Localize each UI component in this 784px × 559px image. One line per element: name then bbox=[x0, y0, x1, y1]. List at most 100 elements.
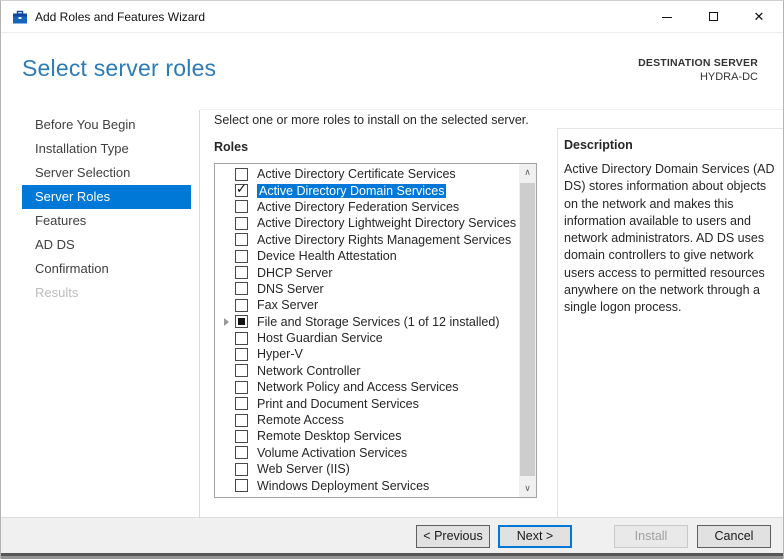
footer-button-bar: < Previous Next > Install Cancel bbox=[1, 518, 783, 553]
role-row-remote-desktop-services[interactable]: Remote Desktop Services bbox=[215, 428, 519, 444]
close-button[interactable]: ✕ bbox=[737, 1, 781, 33]
role-row-dns-server[interactable]: DNS Server bbox=[215, 281, 519, 297]
role-checkbox[interactable] bbox=[235, 200, 248, 214]
role-checkbox[interactable] bbox=[235, 331, 248, 345]
role-checkbox[interactable] bbox=[235, 446, 248, 460]
role-checkbox[interactable] bbox=[235, 429, 248, 443]
role-row-device-health-attestation[interactable]: Device Health Attestation bbox=[215, 248, 519, 264]
role-label[interactable]: Hyper-V bbox=[257, 347, 303, 361]
role-checkbox[interactable] bbox=[235, 462, 248, 476]
description-heading: Description bbox=[564, 138, 633, 152]
role-label[interactable]: Active Directory Domain Services bbox=[257, 183, 447, 198]
role-checkbox[interactable] bbox=[235, 364, 248, 378]
description-left-divider bbox=[557, 128, 558, 517]
scroll-down-icon[interactable]: ∨ bbox=[519, 480, 536, 497]
sidebar-item-server-selection[interactable]: Server Selection bbox=[1, 161, 199, 185]
role-checkbox[interactable] bbox=[235, 216, 248, 230]
cancel-button[interactable]: Cancel bbox=[697, 525, 771, 548]
scroll-up-icon[interactable]: ∧ bbox=[519, 164, 536, 181]
role-label[interactable]: Remote Access bbox=[257, 413, 344, 427]
role-label[interactable]: File and Storage Services (1 of 12 insta… bbox=[257, 315, 500, 329]
role-label[interactable]: Host Guardian Service bbox=[257, 331, 383, 345]
role-row-active-directory-domain-services[interactable]: ✓ Active Directory Domain Services bbox=[215, 182, 519, 198]
role-label[interactable]: Windows Deployment Services bbox=[257, 479, 429, 493]
description-text: Active Directory Domain Services (AD DS)… bbox=[564, 162, 775, 315]
role-label[interactable]: Active Directory Lightweight Directory S… bbox=[257, 216, 516, 230]
roles-listbox: Active Directory Certificate Services ✓ Ac… bbox=[214, 163, 537, 498]
role-checkbox[interactable] bbox=[235, 249, 248, 263]
role-checkbox[interactable] bbox=[235, 282, 248, 296]
role-row-dhcp-server[interactable]: DHCP Server bbox=[215, 264, 519, 280]
role-checkbox[interactable] bbox=[235, 397, 248, 411]
checkmark-icon: ✓ bbox=[236, 181, 247, 197]
role-row-remote-access[interactable]: Remote Access bbox=[215, 412, 519, 428]
add-roles-wizard-window: Add Roles and Features Wizard ✕ Select s… bbox=[0, 0, 784, 559]
role-checkbox[interactable]: ✓ bbox=[235, 181, 248, 198]
sidebar-item-ad-ds[interactable]: AD DS bbox=[1, 233, 199, 257]
role-label[interactable]: Network Controller bbox=[257, 364, 361, 378]
sidebar-item-results: Results bbox=[35, 285, 79, 300]
role-label[interactable]: DNS Server bbox=[257, 282, 324, 296]
roles-list: Active Directory Certificate Services ✓ Ac… bbox=[215, 164, 519, 497]
previous-button[interactable]: < Previous bbox=[416, 525, 490, 548]
server-manager-wizard-icon bbox=[13, 10, 27, 24]
title-bar: Add Roles and Features Wizard ✕ bbox=[1, 1, 783, 33]
install-button: Install bbox=[614, 525, 688, 548]
role-label[interactable]: Network Policy and Access Services bbox=[257, 380, 458, 394]
role-row-active-directory-lightweight-directory-services[interactable]: Active Directory Lightweight Directory S… bbox=[215, 215, 519, 231]
role-row-hyper-v[interactable]: Hyper-V bbox=[215, 346, 519, 362]
role-row-network-controller[interactable]: Network Controller bbox=[215, 363, 519, 379]
role-label[interactable]: Active Directory Rights Management Servi… bbox=[257, 233, 511, 247]
role-label[interactable]: Volume Activation Services bbox=[257, 446, 407, 460]
roles-scrollbar[interactable]: ∧ ∨ bbox=[519, 164, 536, 497]
indeterminate-mark-icon bbox=[238, 318, 245, 326]
sidebar-item-before-you-begin[interactable]: Before You Begin bbox=[1, 113, 199, 137]
expander-arrow-icon[interactable] bbox=[224, 318, 229, 327]
role-checkbox[interactable] bbox=[235, 479, 248, 493]
role-label[interactable]: Active Directory Certificate Services bbox=[257, 167, 456, 181]
role-row-file-and-storage-services-1-of-12-installed[interactable]: File and Storage Services (1 of 12 insta… bbox=[215, 314, 519, 330]
role-label[interactable]: Web Server (IIS) bbox=[257, 462, 350, 476]
role-row-active-directory-rights-management-services[interactable]: Active Directory Rights Management Servi… bbox=[215, 232, 519, 248]
role-row-windows-deployment-services[interactable]: Windows Deployment Services bbox=[215, 477, 519, 493]
role-label[interactable]: Device Health Attestation bbox=[257, 249, 397, 263]
role-label[interactable]: DHCP Server bbox=[257, 266, 332, 280]
role-label[interactable]: Active Directory Federation Services bbox=[257, 200, 459, 214]
sidebar-item-server-roles[interactable]: Server Roles bbox=[22, 185, 191, 209]
page-title: Select server roles bbox=[22, 55, 217, 81]
sidebar-item-confirmation[interactable]: Confirmation bbox=[1, 257, 199, 281]
role-row-active-directory-federation-services[interactable]: Active Directory Federation Services bbox=[215, 199, 519, 215]
scrollbar-thumb[interactable] bbox=[520, 183, 535, 476]
role-row-active-directory-certificate-services[interactable]: Active Directory Certificate Services bbox=[215, 166, 519, 182]
role-checkbox[interactable] bbox=[235, 380, 248, 394]
role-checkbox[interactable] bbox=[235, 315, 248, 329]
minimize-icon bbox=[662, 17, 672, 18]
role-label[interactable]: Fax Server bbox=[257, 298, 318, 312]
role-checkbox[interactable] bbox=[235, 233, 248, 247]
role-row-volume-activation-services[interactable]: Volume Activation Services bbox=[215, 445, 519, 461]
window-title: Add Roles and Features Wizard bbox=[35, 10, 206, 24]
destination-server-name: HYDRA-DC bbox=[699, 71, 758, 83]
role-checkbox[interactable] bbox=[235, 413, 248, 427]
destination-server-label: DESTINATION SERVER bbox=[638, 57, 758, 69]
sidebar-item-installation-type[interactable]: Installation Type bbox=[1, 137, 199, 161]
role-row-host-guardian-service[interactable]: Host Guardian Service bbox=[215, 330, 519, 346]
destination-server-block: DESTINATION SERVER HYDRA-DC bbox=[638, 57, 758, 83]
role-label[interactable]: Print and Document Services bbox=[257, 397, 419, 411]
next-button[interactable]: Next > bbox=[498, 525, 572, 548]
role-checkbox[interactable] bbox=[235, 167, 248, 181]
maximize-button[interactable] bbox=[691, 1, 735, 33]
role-checkbox[interactable] bbox=[235, 347, 248, 361]
role-row-network-policy-and-access-services[interactable]: Network Policy and Access Services bbox=[215, 379, 519, 395]
role-row-web-server-iis[interactable]: Web Server (IIS) bbox=[215, 461, 519, 477]
roles-list-label: Roles bbox=[214, 140, 249, 154]
header-divider bbox=[200, 109, 783, 110]
sidebar-item-features[interactable]: Features bbox=[1, 209, 199, 233]
role-checkbox[interactable] bbox=[235, 298, 248, 312]
role-row-print-and-document-services[interactable]: Print and Document Services bbox=[215, 395, 519, 411]
role-row-fax-server[interactable]: Fax Server bbox=[215, 297, 519, 313]
wizard-steps: Before You Begin Installation Type Server … bbox=[1, 113, 199, 305]
role-checkbox[interactable] bbox=[235, 266, 248, 280]
role-label[interactable]: Remote Desktop Services bbox=[257, 429, 402, 443]
minimize-button[interactable] bbox=[645, 1, 689, 33]
